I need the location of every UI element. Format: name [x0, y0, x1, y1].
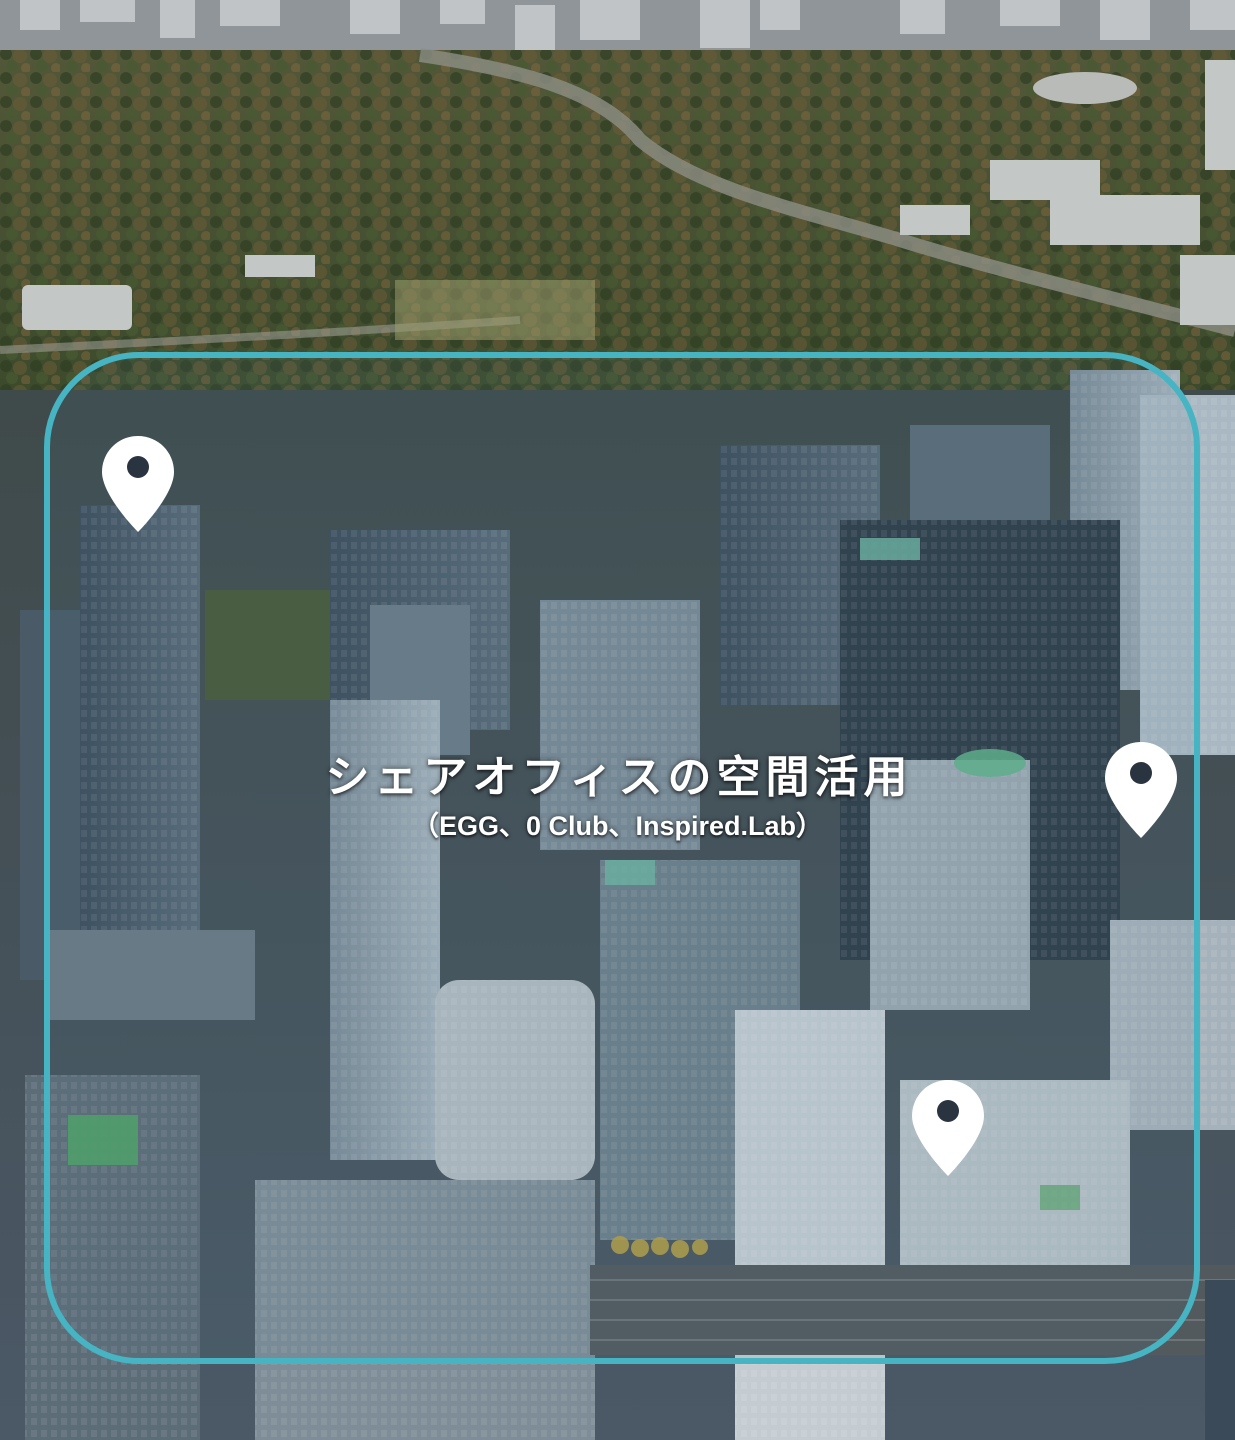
- coverage-area-frame: [44, 352, 1200, 1364]
- area-title: シェアオフィスの空間活用: [325, 752, 913, 803]
- map-pin-icon[interactable]: [100, 434, 176, 534]
- aerial-map-view: シェアオフィスの空間活用 （EGG、0 Club、Inspired.Lab）: [0, 0, 1235, 1440]
- area-label: シェアオフィスの空間活用 （EGG、0 Club、Inspired.Lab）: [0, 748, 1235, 844]
- area-subtitle: （EGG、0 Club、Inspired.Lab）: [411, 811, 824, 841]
- map-pin-icon[interactable]: [1103, 740, 1179, 840]
- map-pin-icon[interactable]: [910, 1078, 986, 1178]
